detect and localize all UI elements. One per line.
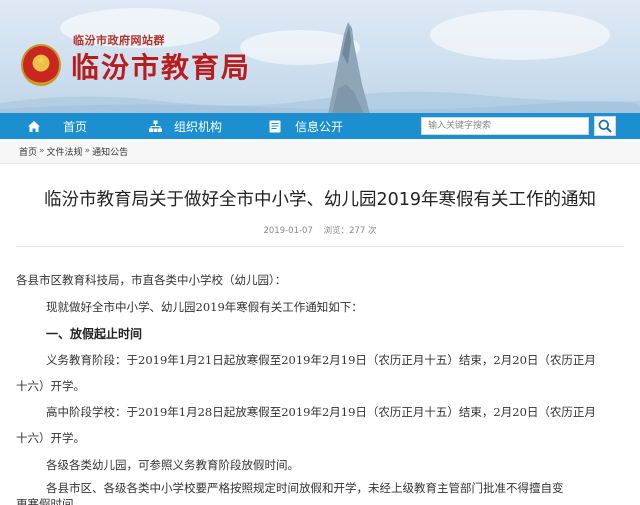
- search-button[interactable]: [594, 116, 616, 136]
- national-emblem-icon: ★: [21, 44, 61, 86]
- paragraph: 各级各类幼儿园，可参照义务教育阶段放假时间。: [46, 458, 299, 472]
- banner-cloud: [430, 10, 610, 60]
- article-meta: 2019-01-07 浏览：277 次: [0, 224, 640, 236]
- paragraph: 各县市区、各级各类中小学校要严格按照规定时间放假和开学，未经上级教育主管部门批准…: [46, 481, 564, 495]
- nav-label: 首页: [63, 119, 88, 134]
- breadcrumb-separator: »: [84, 146, 91, 156]
- breadcrumb-regulations[interactable]: 文件法规: [47, 145, 83, 158]
- search-input[interactable]: 输入关键字搜索: [421, 117, 589, 135]
- nav-item-organization[interactable]: 组织机构: [149, 113, 222, 139]
- paragraph: 更寒假时间。: [16, 497, 85, 505]
- breadcrumb-home[interactable]: 首页: [19, 145, 37, 158]
- mountain-peak-illustration: [328, 22, 370, 113]
- site-banner: ★ 临汾市政府网站群 临汾市教育局: [0, 0, 640, 113]
- nav-label: 组织机构: [174, 119, 223, 134]
- paragraph: 十六）开学。: [16, 431, 85, 445]
- article-title: 临汾市教育局关于做好全市中小学、幼儿园2019年寒假有关工作的通知: [43, 190, 597, 210]
- paragraph: 十六）开学。: [16, 379, 85, 393]
- document-icon: [269, 120, 281, 132]
- nav-item-info-disclosure[interactable]: 信息公开: [269, 113, 343, 139]
- breadcrumb-notices[interactable]: 通知公告: [92, 145, 128, 158]
- paragraph: 高中阶段学校：于2019年1月28日起放寒假至2019年2月19日（农历正月十五…: [46, 405, 596, 419]
- site-title[interactable]: 临汾市教育局: [71, 46, 251, 86]
- breadcrumb-separator: »: [39, 146, 45, 156]
- breadcrumb: 首页 » 文件法规 » 通知公告: [0, 139, 640, 164]
- paragraph: 各县市区教育科技局，市直各类中小学校（幼儿园）：: [16, 273, 287, 287]
- paragraph: 现就做好全市中小学、幼儿园2019年寒假有关工作通知如下：: [46, 300, 363, 314]
- view-count: 浏览：277 次: [323, 226, 377, 236]
- nav-item-home[interactable]: 首页: [27, 113, 87, 139]
- search-icon: [598, 119, 612, 133]
- org-chart-icon: [149, 120, 162, 132]
- section-heading: 一、放假起止时间: [46, 327, 143, 341]
- publish-date: 2019-01-07: [263, 226, 313, 236]
- divider: [16, 246, 624, 247]
- paragraph: 义务教育阶段：于2019年1月21日起放寒假至2019年2月19日（农历正月十五…: [46, 353, 596, 367]
- home-icon: [28, 120, 40, 132]
- nav-label: 信息公开: [295, 119, 344, 134]
